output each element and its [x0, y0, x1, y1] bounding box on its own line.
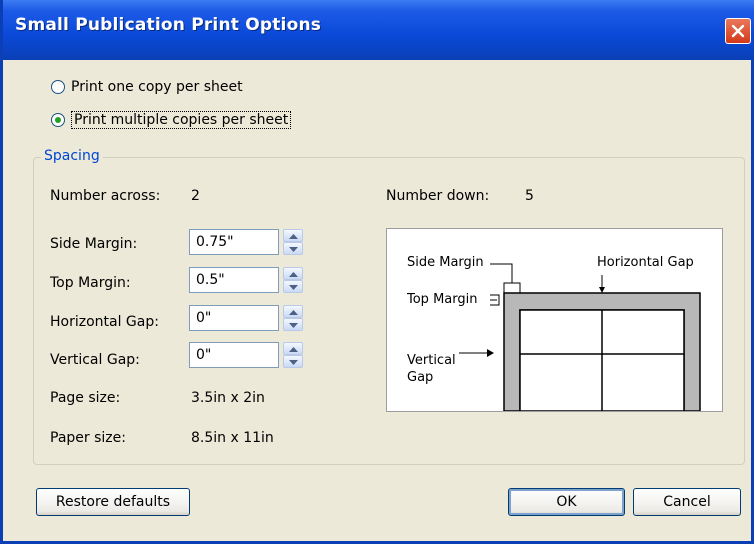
spin-down-button[interactable]	[283, 242, 303, 255]
horizontal-gap-label: Horizontal Gap:	[50, 314, 159, 330]
layout-preview-diagram: Side Margin Horizontal Gap Top Margin Ve…	[386, 228, 723, 412]
restore-defaults-button[interactable]: Restore defaults	[36, 488, 190, 516]
diagram-vertical-gap-label-line2: Gap	[407, 370, 434, 385]
spin-up-button[interactable]	[283, 342, 303, 355]
close-icon	[731, 24, 745, 38]
diagram-top-margin-label: Top Margin	[407, 292, 478, 307]
diagram-vertical-gap-label-line1: Vertical	[407, 353, 456, 368]
spin-down-button[interactable]	[283, 355, 303, 368]
top-margin-label: Top Margin:	[50, 275, 131, 291]
vertical-gap-input[interactable]	[189, 342, 279, 368]
radio-one-copy-per-sheet[interactable]: Print one copy per sheet	[51, 79, 243, 95]
arrow-down-icon	[289, 323, 298, 328]
number-down-value: 5	[525, 188, 534, 204]
radio-button-selected[interactable]	[51, 113, 65, 127]
side-margin-spinner[interactable]	[283, 229, 303, 255]
diagram-side-margin-label: Side Margin	[407, 255, 484, 270]
horizontal-gap-spinner[interactable]	[283, 305, 303, 331]
spin-up-button[interactable]	[283, 305, 303, 318]
radio-label-one-copy: Print one copy per sheet	[71, 79, 243, 95]
radio-selected-dot	[55, 117, 61, 123]
paper-size-value: 8.5in x 11in	[191, 430, 274, 446]
spacing-group-legend: Spacing	[41, 148, 103, 164]
number-across-label: Number across:	[50, 188, 161, 204]
cancel-button[interactable]: Cancel	[633, 488, 741, 516]
number-down-label: Number down:	[386, 188, 490, 204]
spin-up-button[interactable]	[283, 229, 303, 242]
arrow-down-icon	[289, 247, 298, 252]
title-bar[interactable]: Small Publication Print Options	[3, 0, 754, 60]
top-margin-input[interactable]	[189, 267, 279, 293]
arrow-down-icon	[289, 360, 298, 365]
spin-up-button[interactable]	[283, 267, 303, 280]
vertical-gap-spinner[interactable]	[283, 342, 303, 368]
dialog-window: Small Publication Print Options Print on…	[0, 0, 754, 544]
number-across-value: 2	[191, 188, 200, 204]
arrow-up-icon	[289, 272, 298, 277]
page-size-label: Page size:	[50, 390, 121, 406]
paper-size-label: Paper size:	[50, 430, 126, 446]
arrow-up-icon	[289, 234, 298, 239]
dialog-title: Small Publication Print Options	[15, 15, 322, 35]
close-button[interactable]	[725, 18, 751, 44]
radio-button[interactable]	[51, 80, 65, 94]
vertical-gap-label: Vertical Gap:	[50, 352, 140, 368]
radio-label-multiple-copies: Print multiple copies per sheet	[71, 111, 292, 129]
spin-down-button[interactable]	[283, 318, 303, 331]
horizontal-gap-input[interactable]	[189, 305, 279, 331]
arrow-down-icon	[289, 285, 298, 290]
arrow-up-icon	[289, 310, 298, 315]
arrow-up-icon	[289, 347, 298, 352]
radio-multiple-copies-per-sheet[interactable]: Print multiple copies per sheet	[51, 111, 292, 129]
side-margin-label: Side Margin:	[50, 236, 138, 252]
diagram-horizontal-gap-label: Horizontal Gap	[597, 255, 694, 270]
side-margin-input[interactable]	[189, 229, 279, 255]
page-size-value: 3.5in x 2in	[191, 390, 265, 406]
ok-button[interactable]: OK	[508, 488, 625, 516]
spin-down-button[interactable]	[283, 280, 303, 293]
top-margin-spinner[interactable]	[283, 267, 303, 293]
